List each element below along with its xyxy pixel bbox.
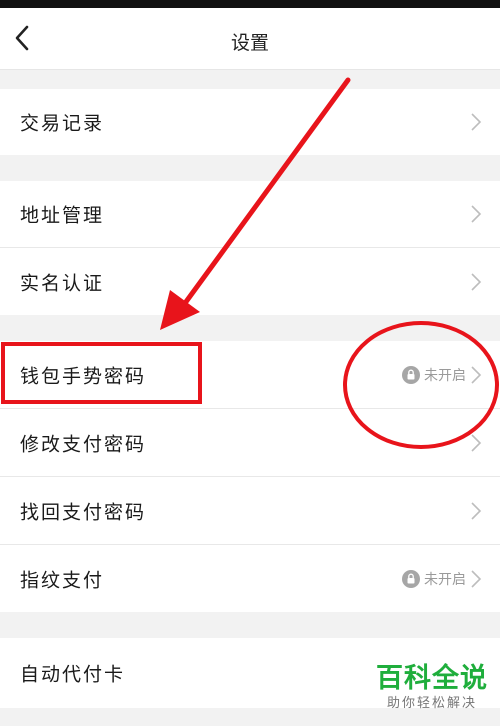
lock-icon bbox=[402, 569, 420, 588]
settings-item-label: 修改支付密码 bbox=[20, 433, 147, 455]
page-title: 设置 bbox=[230, 32, 269, 54]
settings-item-address-management[interactable]: 地址管理 bbox=[0, 181, 500, 247]
settings-item-label: 实名认证 bbox=[20, 272, 105, 294]
status-indicator: 未开启 bbox=[402, 365, 466, 385]
settings-item-transaction-records[interactable]: 交易记录 bbox=[0, 89, 500, 155]
settings-item-real-name-verification[interactable]: 实名认证 bbox=[0, 248, 500, 315]
settings-item-label: 找回支付密码 bbox=[20, 501, 147, 523]
watermark: 百科全说 助你轻松解决 bbox=[372, 663, 492, 713]
status-indicator: 未开启 bbox=[402, 569, 466, 589]
status-bar bbox=[0, 0, 500, 8]
settings-item-label: 自动代付卡 bbox=[20, 663, 126, 686]
settings-item-label: 指纹支付 bbox=[20, 569, 105, 591]
chevron-right-icon bbox=[471, 433, 482, 452]
status-text: 未开启 bbox=[424, 367, 466, 384]
chevron-right-icon bbox=[471, 205, 482, 223]
chevron-right-icon bbox=[471, 272, 482, 291]
chevron-right-icon bbox=[471, 113, 482, 131]
settings-item-label: 地址管理 bbox=[20, 204, 105, 227]
settings-item-label: 钱包手势密码 bbox=[20, 365, 147, 387]
chevron-right-icon bbox=[471, 365, 482, 384]
watermark-title: 百科全说 bbox=[376, 663, 488, 694]
status-text: 未开启 bbox=[424, 571, 466, 588]
settings-item-wallet-gesture-password[interactable]: 钱包手势密码 未开启 bbox=[0, 341, 500, 408]
settings-item-label: 交易记录 bbox=[20, 112, 105, 135]
chevron-right-icon bbox=[471, 501, 482, 520]
navigation-bar: 设置 bbox=[0, 8, 500, 70]
settings-item-change-payment-password[interactable]: 修改支付密码 bbox=[0, 409, 500, 476]
watermark-subtitle: 助你轻松解决 bbox=[386, 696, 477, 711]
chevron-right-icon bbox=[471, 569, 482, 588]
lock-icon bbox=[402, 365, 420, 384]
settings-item-recover-payment-password[interactable]: 找回支付密码 bbox=[0, 477, 500, 544]
settings-item-fingerprint-payment[interactable]: 指纹支付 未开启 bbox=[0, 545, 500, 612]
